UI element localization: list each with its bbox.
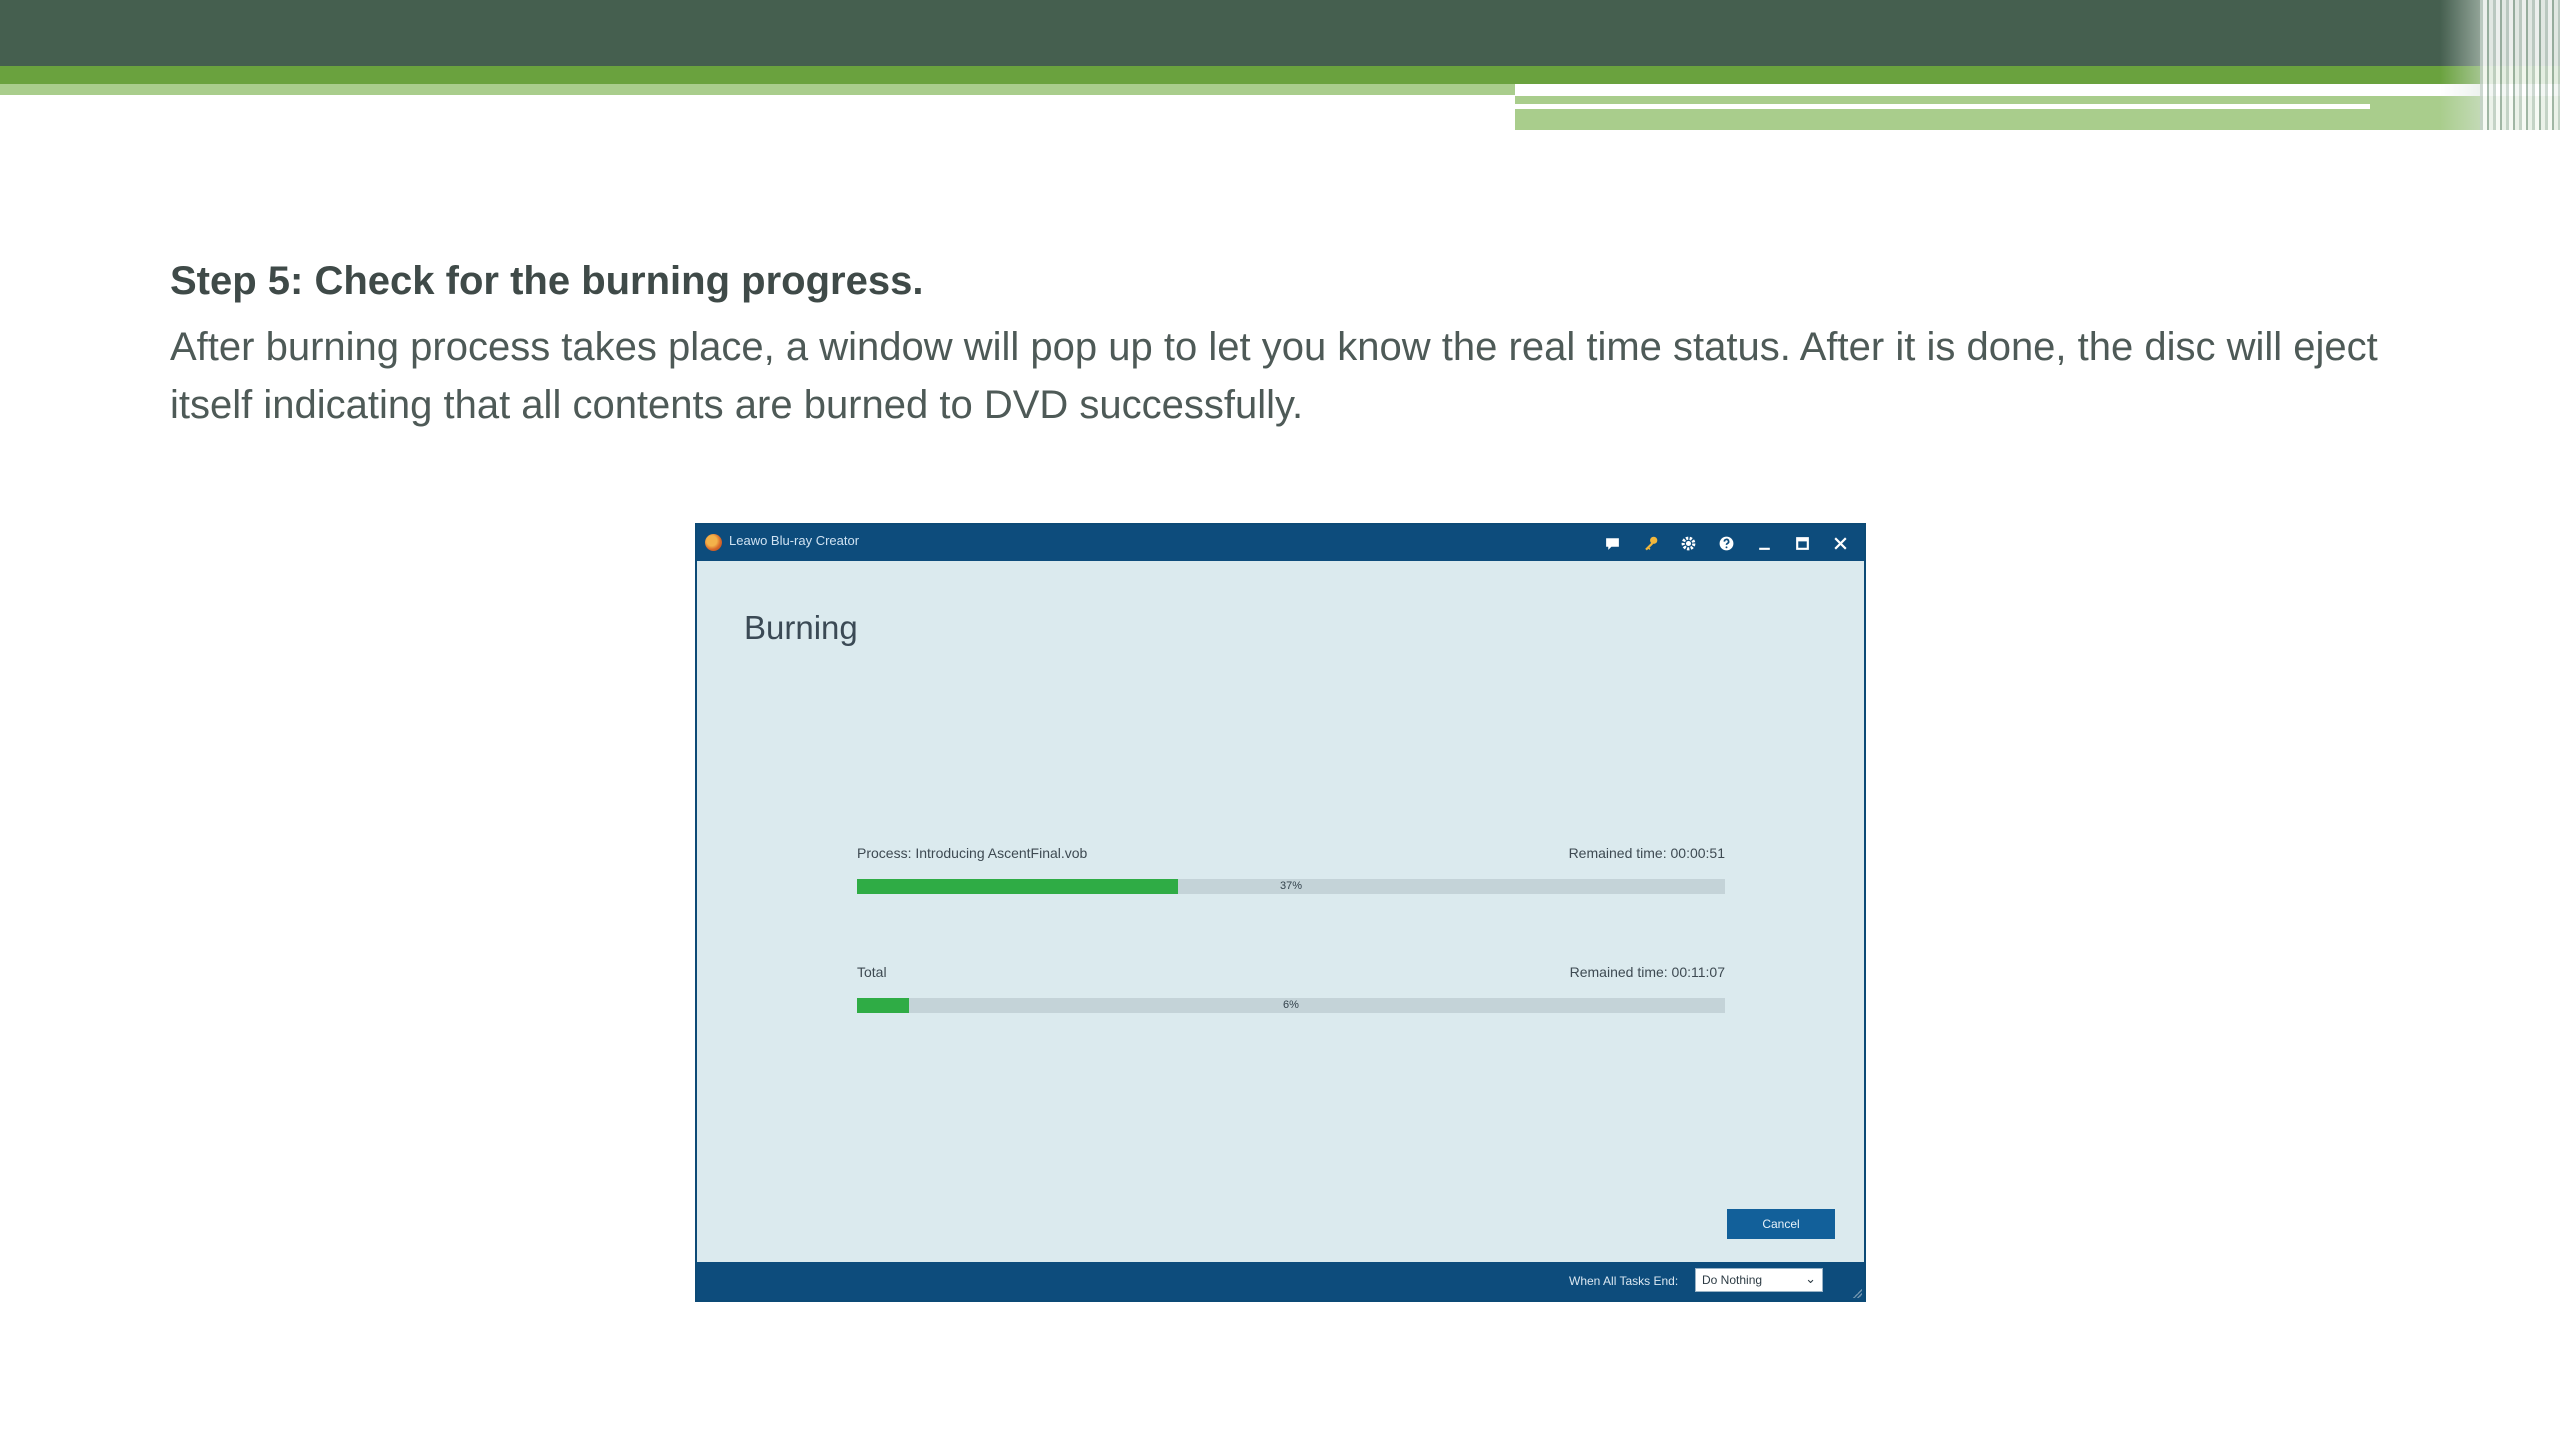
process-remaining-time: Remained time: 00:00:51 (1568, 845, 1725, 861)
step-description: After burning process takes place, a win… (170, 325, 2378, 427)
cancel-button[interactable]: Cancel (1727, 1209, 1835, 1239)
app-title: Leawo Blu-ray Creator (729, 533, 860, 548)
total-label: Total (857, 964, 887, 980)
page-title: Burning (744, 609, 858, 646)
process-progress-bar: 37% (857, 879, 1725, 894)
chevron-down-icon: ⌄ (1805, 1271, 1816, 1286)
burner-window: Leawo Blu-ray Creator Burning Process: I… (697, 525, 1864, 1300)
process-label: Process: Introducing AscentFinal.vob (857, 845, 1088, 861)
key-icon[interactable] (1638, 531, 1662, 555)
header-highlight-line (1515, 104, 2370, 109)
header-stripes-fade (2440, 0, 2480, 130)
header-band-light-left (0, 84, 1515, 95)
resize-grip-icon[interactable] (1852, 1288, 1862, 1298)
header-band-dark (0, 0, 2560, 66)
maximize-icon[interactable] (1790, 531, 1814, 555)
step-title: Step 5: Check for the burning progress. (170, 259, 924, 303)
bottom-bar: When All Tasks End: Do Nothing ⌄ (697, 1262, 1864, 1300)
total-progress-percent: 6% (1283, 999, 1299, 1011)
process-progress-percent: 37% (1279, 880, 1303, 892)
when-tasks-end-label: When All Tasks End: (1569, 1274, 1679, 1288)
when-tasks-end-value: Do Nothing (1702, 1273, 1763, 1287)
minimize-icon[interactable] (1752, 531, 1776, 555)
total-progress-bar: 6% (857, 998, 1725, 1013)
header-band-light-right (1515, 96, 2560, 130)
close-icon[interactable] (1828, 531, 1852, 555)
when-tasks-end-select[interactable]: Do Nothing ⌄ (1695, 1268, 1823, 1292)
app-logo-icon (705, 534, 722, 551)
chat-icon[interactable] (1600, 531, 1624, 555)
header-stripes (2480, 0, 2560, 130)
help-icon[interactable] (1714, 531, 1738, 555)
title-bar: Leawo Blu-ray Creator (697, 525, 1864, 561)
total-remaining-time: Remained time: 00:11:07 (1569, 964, 1725, 980)
settings-icon[interactable] (1676, 531, 1700, 555)
